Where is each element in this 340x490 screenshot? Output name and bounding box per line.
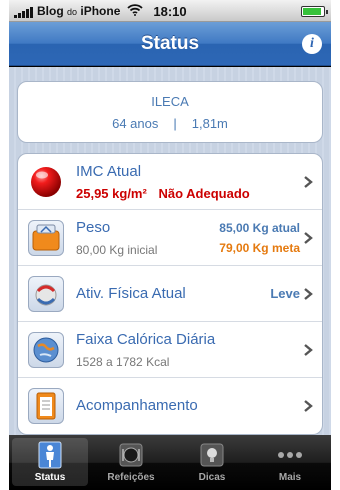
acompanhamento-title: Acompanhamento — [76, 397, 198, 414]
battery-icon — [301, 6, 328, 17]
status-bar: Blog do iPhone 18:10 — [9, 0, 331, 22]
tab-refeicoes-label: Refeições — [107, 472, 155, 483]
scale-icon — [28, 220, 64, 256]
navigation-bar: Status i — [9, 22, 331, 66]
more-dots-icon — [278, 452, 302, 458]
peso-title: Peso — [76, 219, 111, 236]
imc-value: 25,95 kg/m² — [76, 186, 147, 201]
atividade-title: Ativ. Física Atual — [76, 285, 186, 302]
activity-icon — [28, 276, 64, 312]
globe-icon — [28, 332, 64, 368]
info-button[interactable]: i — [302, 34, 322, 54]
list-item-peso[interactable]: Peso 80,00 Kg inicial 85,00 Kg atual 79,… — [18, 210, 322, 266]
main-content: ILECA 64 anos | 1,81m IMC Atual 25,95 kg… — [9, 67, 331, 435]
phone-screen: Blog do iPhone 18:10 Status i ILECA 64 a… — [9, 0, 331, 490]
tab-refeicoes[interactable]: Refeições — [93, 438, 169, 486]
chevron-right-icon — [304, 176, 313, 188]
list-item-faixa-calorica[interactable]: Faixa Calórica Diária 1528 a 1782 Kcal — [18, 322, 322, 378]
chevron-right-icon — [304, 344, 313, 356]
plate-icon — [119, 443, 143, 467]
faixa-calorica-range: 1528 a 1782 Kcal — [76, 355, 170, 369]
user-height: 1,81m — [191, 116, 228, 131]
tab-status[interactable]: Status — [12, 438, 88, 486]
imc-ball-icon — [28, 164, 64, 200]
battery-level — [303, 8, 321, 15]
imc-title: IMC Atual — [76, 163, 142, 180]
chevron-right-icon — [304, 232, 313, 244]
clipboard-icon — [28, 388, 64, 424]
peso-initial: 80,00 Kg inicial — [76, 243, 158, 257]
imc-value-line: 25,95 kg/m² Não Adequado — [76, 186, 250, 201]
status-list: IMC Atual 25,95 kg/m² Não Adequado Peso — [17, 153, 323, 435]
chevron-right-icon — [304, 288, 313, 300]
peso-current: 85,00 Kg atual — [219, 221, 300, 235]
clock-time: 18:10 — [153, 4, 187, 19]
chevron-right-icon — [304, 400, 313, 412]
user-info: 64 anos | 1,81m — [18, 116, 322, 131]
tab-mais-label: Mais — [278, 472, 302, 483]
tab-status-label: Status — [34, 472, 66, 483]
imc-status: Não Adequado — [158, 186, 250, 201]
atividade-level: Leve — [270, 286, 300, 301]
person-icon — [38, 441, 62, 469]
user-profile-card[interactable]: ILECA 64 anos | 1,81m — [17, 81, 323, 143]
tab-dicas-label: Dicas — [198, 472, 226, 483]
info-separator: | — [173, 116, 177, 131]
tab-mais[interactable]: Mais — [252, 438, 328, 486]
list-item-atividade[interactable]: Ativ. Física Atual Leve — [18, 266, 322, 322]
user-name: ILECA — [151, 94, 189, 109]
peso-goal: 79,00 Kg meta — [219, 241, 300, 255]
page-title: Status — [140, 33, 200, 54]
tab-bar: Status Refeições Dicas Mais — [9, 435, 331, 490]
faixa-calorica-title: Faixa Calórica Diária — [76, 331, 216, 348]
list-item-imc[interactable]: IMC Atual 25,95 kg/m² Não Adequado — [18, 154, 322, 210]
lightbulb-icon — [200, 443, 224, 467]
list-item-acompanhamento[interactable]: Acompanhamento — [18, 378, 322, 434]
tab-dicas[interactable]: Dicas — [174, 438, 250, 486]
user-age: 64 anos — [112, 116, 159, 131]
